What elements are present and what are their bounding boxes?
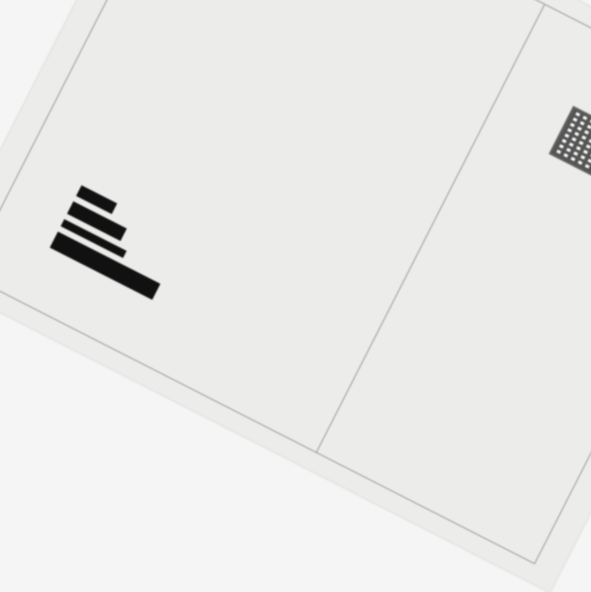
- certificate-page: [0, 0, 591, 592]
